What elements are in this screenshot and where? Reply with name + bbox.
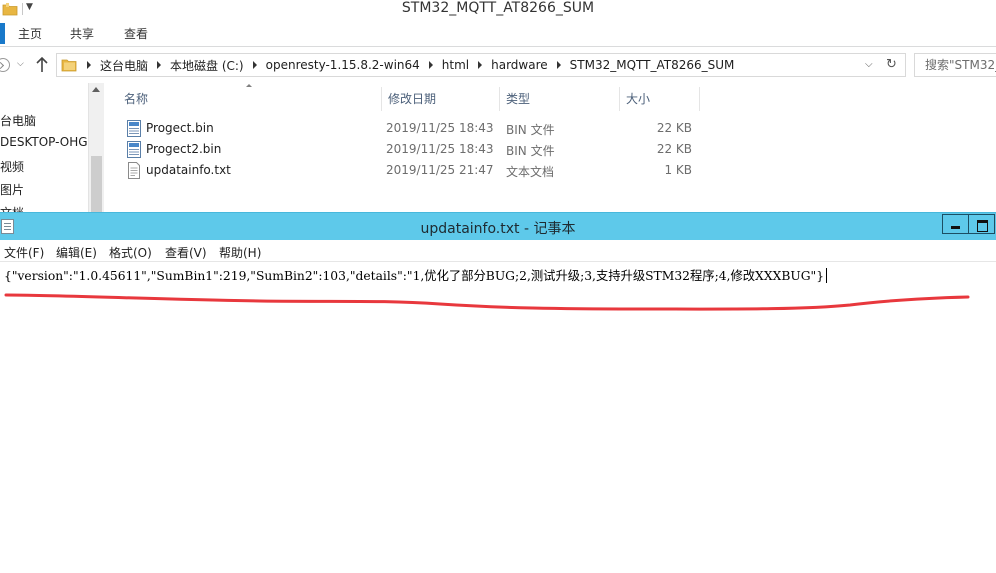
text-file-icon xyxy=(128,162,140,179)
minimize-button[interactable] xyxy=(942,214,969,234)
notepad-title-bar[interactable]: updatainfo.txt - 记事本 xyxy=(0,212,996,240)
menu-file[interactable]: 文件(F) xyxy=(4,244,44,261)
breadcrumb-local-disk[interactable]: 本地磁盘 (C:) xyxy=(170,57,244,74)
file-date: 2019/11/25 21:47 xyxy=(386,163,494,177)
file-size: 1 KB xyxy=(664,163,692,177)
tab-view[interactable]: 查看 xyxy=(124,25,148,43)
address-bar[interactable]: 这台电脑 本地磁盘 (C:) openresty-1.15.8.2-win64 … xyxy=(56,53,906,77)
file-name: Progect2.bin xyxy=(146,142,222,156)
menu-edit[interactable]: 编辑(E) xyxy=(56,244,97,261)
breadcrumb-chevron-icon[interactable] xyxy=(157,61,162,69)
column-header-size[interactable]: 大小 xyxy=(620,87,700,111)
ribbon-file-tab[interactable] xyxy=(0,23,5,44)
file-row[interactable]: Progect.bin 2019/11/25 18:43 BIN 文件 22 K… xyxy=(118,118,700,139)
file-name: updatainfo.txt xyxy=(146,163,231,177)
menu-view[interactable]: 查看(V) xyxy=(165,244,207,261)
maximize-button[interactable] xyxy=(968,214,995,234)
breadcrumb-chevron-icon[interactable] xyxy=(556,61,561,69)
text-caret xyxy=(826,268,828,283)
address-dropdown-icon[interactable]: ⌵ xyxy=(865,59,873,70)
file-row[interactable]: Progect2.bin 2019/11/25 18:43 BIN 文件 22 … xyxy=(118,139,700,160)
file-date: 2019/11/25 18:43 xyxy=(386,121,494,135)
nav-item-pictures[interactable]: 图片 xyxy=(0,181,24,198)
recent-locations-dropdown-icon[interactable]: ⌵ xyxy=(17,59,24,69)
bin-file-icon xyxy=(127,120,141,137)
menu-help[interactable]: 帮助(H) xyxy=(219,244,261,261)
breadcrumb-hardware[interactable]: hardware xyxy=(491,58,548,72)
menu-format[interactable]: 格式(O) xyxy=(109,244,152,261)
file-list: 名称 修改日期 类型 大小 Progect.bin 2019/11/25 18:… xyxy=(104,83,996,212)
breadcrumb-openresty[interactable]: openresty-1.15.8.2-win64 xyxy=(266,58,420,72)
file-size: 22 KB xyxy=(656,142,692,156)
column-header-type[interactable]: 类型 xyxy=(500,87,620,111)
nav-item-videos[interactable]: 视频 xyxy=(0,158,24,175)
bin-file-icon xyxy=(127,141,141,158)
notepad-window-title: updatainfo.txt - 记事本 xyxy=(420,221,576,237)
nav-item-desktop[interactable]: DESKTOP-OHG xyxy=(0,135,88,149)
ribbon-tabs: 主页 共享 查看 xyxy=(0,19,996,47)
file-type: BIN 文件 xyxy=(506,123,555,137)
breadcrumb-current-folder[interactable]: STM32_MQTT_AT8266_SUM xyxy=(570,58,735,72)
address-row: ⌵ 这台电脑 本地磁盘 (C:) openresty-1.15.8.2-win6… xyxy=(0,47,996,83)
breadcrumb-chevron-icon[interactable] xyxy=(428,61,433,69)
explorer-title-bar: ▼ STM32_MQTT_AT8266_SUM xyxy=(0,0,996,19)
forward-button[interactable] xyxy=(0,58,10,72)
folder-icon xyxy=(61,59,77,72)
file-date: 2019/11/25 18:43 xyxy=(386,142,494,156)
nav-item-this-pc[interactable]: 台电脑 xyxy=(0,112,36,129)
red-annotation-underline xyxy=(4,293,970,311)
tab-home[interactable]: 主页 xyxy=(18,25,42,43)
breadcrumb-chevron-icon[interactable] xyxy=(252,61,257,69)
scrollbar-thumb[interactable] xyxy=(91,156,102,212)
column-header-name[interactable]: 名称 xyxy=(118,87,382,111)
notepad-content: {"version":"1.0.45611","SumBin1":219,"Su… xyxy=(4,269,825,283)
tab-share[interactable]: 共享 xyxy=(70,25,94,43)
notepad-content-line: {"version":"1.0.45611","SumBin1":219,"Su… xyxy=(4,266,994,284)
search-input[interactable]: 搜索"STM32_ xyxy=(914,53,996,77)
up-arrow-icon[interactable] xyxy=(34,56,50,74)
scroll-up-arrow-icon[interactable] xyxy=(92,87,100,92)
file-size: 22 KB xyxy=(656,121,692,135)
file-type: BIN 文件 xyxy=(506,144,555,158)
explorer-window-title: STM32_MQTT_AT8266_SUM xyxy=(401,0,595,16)
breadcrumb-chevron-icon[interactable] xyxy=(87,61,91,69)
breadcrumb-chevron-icon[interactable] xyxy=(478,61,483,69)
file-row[interactable]: updatainfo.txt 2019/11/25 21:47 文本文档 1 K… xyxy=(118,160,700,181)
nav-pane-scrollbar[interactable] xyxy=(88,83,104,212)
breadcrumb-this-pc[interactable]: 这台电脑 xyxy=(100,57,148,74)
column-header-date[interactable]: 修改日期 xyxy=(382,87,500,111)
breadcrumb-html[interactable]: html xyxy=(442,58,469,72)
refresh-icon[interactable]: ↻ xyxy=(886,57,897,72)
file-type: 文本文档 xyxy=(506,165,555,179)
notepad-menu-bar: 文件(F) 编辑(E) 格式(O) 查看(V) 帮助(H) xyxy=(0,240,996,262)
breadcrumb: 这台电脑 本地磁盘 (C:) openresty-1.15.8.2-win64 … xyxy=(81,54,734,76)
file-name: Progect.bin xyxy=(146,121,214,135)
